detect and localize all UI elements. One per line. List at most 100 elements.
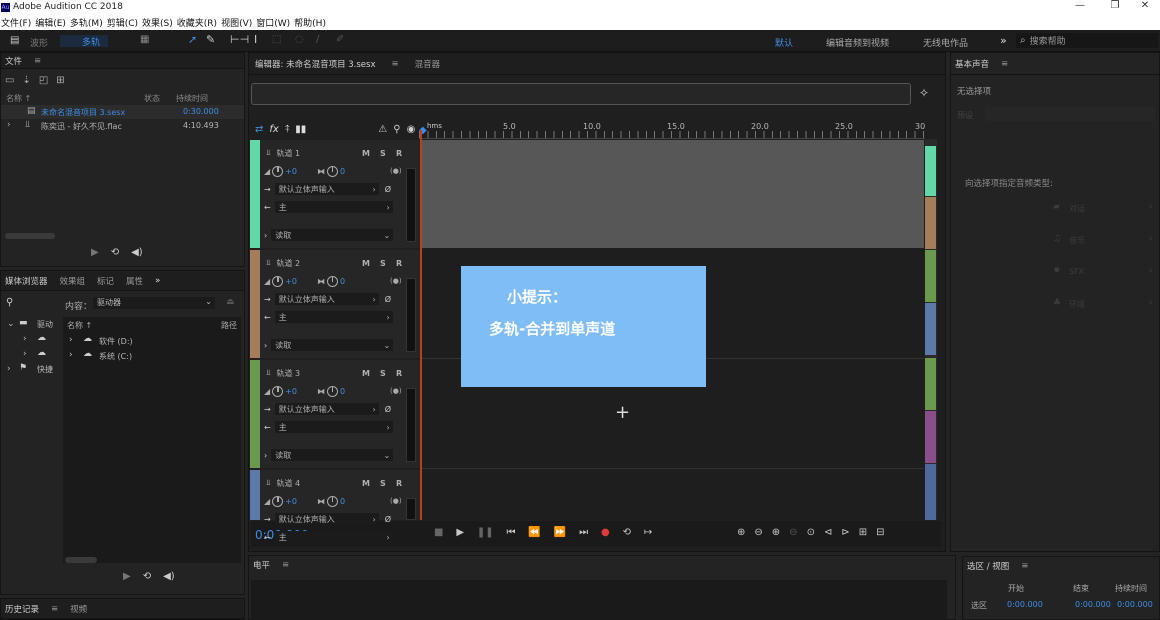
output-dropdown[interactable]: 主 › bbox=[274, 201, 393, 213]
expand-chevron-icon[interactable]: › bbox=[264, 451, 267, 460]
waveform-button[interactable]: 波形 bbox=[30, 36, 48, 49]
volume-icon[interactable]: ◀) bbox=[163, 571, 175, 582]
track-name[interactable]: 轨道 4 bbox=[277, 478, 301, 489]
path-column[interactable]: 路径 bbox=[221, 320, 237, 331]
play-preview-icon[interactable]: ▶ bbox=[123, 571, 131, 582]
stereo-icon[interactable]: (●) bbox=[390, 167, 402, 175]
track-pan[interactable]: 0 bbox=[340, 497, 345, 506]
expand-chevron-icon[interactable]: › bbox=[264, 231, 267, 240]
metronome-icon[interactable]: ⚠ bbox=[378, 124, 387, 135]
media-scrollbar[interactable] bbox=[65, 557, 97, 563]
zoom-out-point-icon[interactable]: ⊳ bbox=[841, 527, 849, 538]
polarity-icon[interactable]: Ø bbox=[385, 405, 391, 414]
input-dropdown[interactable]: 默认立体声输入 › bbox=[274, 403, 379, 415]
fast-forward-icon[interactable]: ⏩ bbox=[554, 527, 566, 538]
workspace-edit-audio-video[interactable]: 编辑音频到视频 bbox=[826, 36, 889, 49]
volume-knob[interactable] bbox=[272, 385, 284, 397]
menu-multitrack[interactable]: 多轨(M) bbox=[69, 16, 106, 29]
selection-start-value[interactable]: 0:00.000 bbox=[1007, 600, 1043, 609]
record-icon[interactable]: ● bbox=[601, 527, 610, 538]
go-to-end-icon[interactable]: ⏭ bbox=[579, 527, 588, 538]
file-row-session[interactable]: ▤ 未命名混音项目 3.sesx 0:30.000 bbox=[1, 105, 244, 119]
file-row-audio[interactable]: › ⫫ 陈奕迅 - 好久不见.flac 4:10.493 bbox=[1, 119, 244, 133]
output-dropdown[interactable]: 主 › bbox=[274, 421, 393, 433]
workspace-default[interactable]: 默认 bbox=[775, 36, 793, 49]
multitrack-button[interactable]: 多轨 bbox=[60, 35, 108, 48]
zoom-full-icon[interactable]: ⊙ bbox=[807, 527, 815, 538]
media-browser-tab[interactable]: 媒体浏览器 bbox=[5, 275, 48, 287]
duration-column[interactable]: 持续时间 bbox=[176, 93, 208, 104]
waveform-icon[interactable]: ▤ bbox=[10, 35, 19, 46]
play-icon[interactable]: ▶ bbox=[456, 527, 464, 538]
track-volume[interactable]: +0 bbox=[285, 167, 297, 176]
track-volume[interactable]: +0 bbox=[285, 497, 297, 506]
panel-menu-icon[interactable]: ≡ bbox=[34, 56, 41, 66]
zoom-navigator-icon[interactable]: ✧ bbox=[919, 86, 929, 100]
stereo-icon[interactable]: (●) bbox=[390, 497, 402, 505]
pan-knob[interactable] bbox=[326, 385, 338, 397]
input-dropdown[interactable]: 默认立体声输入 › bbox=[274, 293, 379, 305]
playhead-line[interactable] bbox=[420, 130, 422, 520]
close-button[interactable]: ✕ bbox=[1125, 0, 1160, 11]
track-name[interactable]: 轨道 2 bbox=[277, 258, 301, 269]
panel-menu-icon[interactable]: ≡ bbox=[1021, 561, 1028, 571]
menu-help[interactable]: 帮助(H) bbox=[293, 16, 329, 29]
track-name[interactable]: 轨道 3 bbox=[277, 368, 301, 379]
volume-knob[interactable] bbox=[272, 275, 284, 287]
essential-sound-tab[interactable]: 基本声音 bbox=[955, 58, 989, 70]
pan-knob[interactable] bbox=[326, 275, 338, 287]
mixer-tab[interactable]: 混音器 bbox=[415, 58, 441, 70]
effects-icon[interactable]: fx bbox=[269, 124, 278, 135]
pan-knob[interactable] bbox=[326, 495, 338, 507]
stereo-icon[interactable]: (●) bbox=[390, 277, 402, 285]
zoom-in-point-icon[interactable]: ⊲ bbox=[824, 527, 832, 538]
track-pan[interactable]: 0 bbox=[340, 167, 345, 176]
menu-view[interactable]: 视图(V) bbox=[220, 16, 255, 29]
selection-view-tab[interactable]: 选区 / 视图 bbox=[967, 560, 1009, 572]
track-pan[interactable]: 0 bbox=[340, 387, 345, 396]
pause-icon[interactable]: ❚❚ bbox=[477, 527, 494, 538]
more-tabs-button[interactable]: » bbox=[155, 276, 160, 286]
effects-rack-tab[interactable]: 效果组 bbox=[60, 275, 86, 287]
files-tab[interactable]: 文件 bbox=[5, 55, 22, 67]
menu-clip[interactable]: 剪辑(C) bbox=[106, 16, 141, 29]
panel-menu-icon[interactable]: ≡ bbox=[392, 59, 399, 69]
eject-icon[interactable]: ⏏ bbox=[226, 297, 235, 307]
loop-playback-icon[interactable]: ⟲ bbox=[623, 527, 631, 538]
loop-icon[interactable]: ⟲ bbox=[143, 571, 151, 582]
track-1-clip-area[interactable] bbox=[422, 140, 924, 248]
move-tool-icon[interactable]: ➚ bbox=[188, 33, 197, 46]
marquee-icon[interactable]: ⬚ bbox=[272, 34, 281, 45]
mute-button[interactable]: M bbox=[362, 369, 370, 378]
status-column[interactable]: 状态 bbox=[144, 93, 160, 104]
healing-icon[interactable]: ✐ bbox=[336, 34, 344, 45]
menu-file[interactable]: 文件(F) bbox=[0, 16, 34, 29]
import-icon[interactable]: ⇣ bbox=[22, 75, 30, 86]
search-help-input[interactable]: 搜索帮助 bbox=[1030, 34, 1066, 47]
markers-tab[interactable]: 标记 bbox=[97, 275, 114, 287]
files-scrollbar[interactable] bbox=[5, 233, 55, 239]
menu-favorites[interactable]: 收藏夹(R) bbox=[176, 16, 220, 29]
record-arm-button[interactable]: R bbox=[396, 479, 402, 488]
type-sfx-button[interactable]: ✹ SFX › bbox=[953, 264, 1158, 282]
volume-icon[interactable]: ◀) bbox=[131, 247, 143, 258]
input-dropdown[interactable]: 默认立体声输入 › bbox=[274, 183, 379, 195]
polarity-icon[interactable]: Ø bbox=[385, 515, 391, 524]
editor-tab[interactable]: 编辑器: 未命名混音项目 3.sesx bbox=[255, 58, 376, 70]
mute-button[interactable]: M bbox=[362, 259, 370, 268]
track-volume[interactable]: +0 bbox=[285, 277, 297, 286]
slip-tool-icon[interactable]: ⊢⊣ bbox=[230, 33, 249, 46]
selection-duration-value[interactable]: 0:00.000 bbox=[1117, 600, 1153, 609]
expand-chevron-icon[interactable]: › bbox=[7, 120, 11, 130]
video-tab[interactable]: 视频 bbox=[70, 603, 87, 615]
menu-window[interactable]: 窗口(W) bbox=[255, 16, 293, 29]
zoom-out-time-icon[interactable]: ⊖ bbox=[789, 527, 797, 538]
play-preview-icon[interactable]: ▶ bbox=[91, 247, 99, 258]
mute-button[interactable]: M bbox=[362, 479, 370, 488]
preset-dropdown[interactable] bbox=[985, 107, 1155, 121]
eq-icon[interactable]: ▮▮ bbox=[295, 124, 306, 135]
record-arm-button[interactable]: R bbox=[396, 149, 402, 158]
open-folder-icon[interactable]: ▭ bbox=[5, 75, 14, 86]
type-music-button[interactable]: ♫ 音乐 › bbox=[953, 232, 1158, 250]
output-dropdown[interactable]: 主 › bbox=[274, 531, 393, 543]
